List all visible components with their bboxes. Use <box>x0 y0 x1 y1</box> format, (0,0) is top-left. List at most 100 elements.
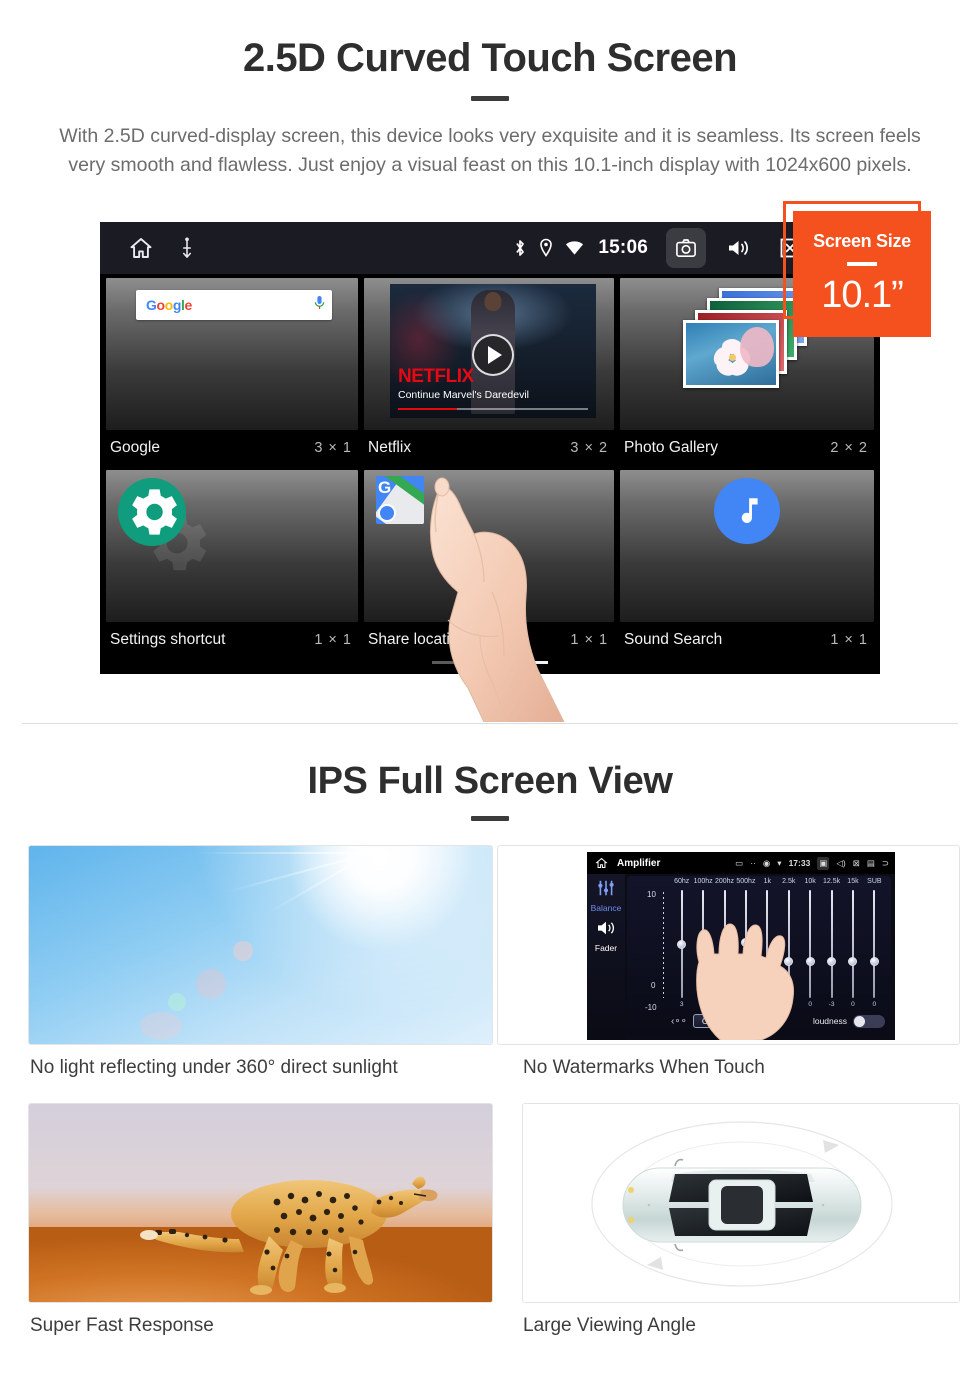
prev-preset-icon[interactable]: ‹∘∘ <box>671 1016 687 1027</box>
eq-slider[interactable] <box>757 890 778 998</box>
widget-settings-shortcut[interactable]: Settings shortcut 1 × 1 <box>106 470 358 658</box>
eq-value: 0 <box>744 1001 748 1008</box>
wifi-icon <box>565 240 584 256</box>
dots-icon: ·· <box>750 858 756 868</box>
widget-google[interactable]: Google Google 3 × 1 <box>106 278 358 466</box>
eq-slider[interactable] <box>778 890 799 998</box>
band-label: 15k <box>847 878 859 885</box>
eq-band-labels: 60hz 100hz 200hz 500hz 1k 2.5k 10k 12.5k… <box>671 878 885 885</box>
widget-label: Google <box>110 439 160 456</box>
eq-slider[interactable] <box>799 890 820 998</box>
loudness-label: loudness <box>812 1016 847 1026</box>
eq-slider[interactable] <box>692 890 713 998</box>
google-search-bar[interactable]: Google <box>136 290 332 320</box>
google-maps-icon[interactable]: G <box>376 476 424 524</box>
back-icon[interactable]: ⊃ <box>882 858 889 869</box>
page-dot[interactable] <box>432 661 462 664</box>
eq-slider[interactable] <box>714 890 735 998</box>
widget-grid: Google Google 3 × 1 NETFLIX Continue Mar… <box>100 274 880 674</box>
status-clock: 15:06 <box>598 237 648 258</box>
camera-icon[interactable] <box>666 228 706 268</box>
close-box-icon[interactable]: ⊠ <box>853 858 860 869</box>
band-label: 60hz <box>674 878 690 885</box>
eq-value: 0 <box>851 1001 855 1008</box>
widget-netflix[interactable]: NETFLIX Continue Marvel's Daredevil Netf… <box>364 278 615 466</box>
widget-sound-search[interactable]: Sound Search 1 × 1 <box>620 470 874 658</box>
tile-viewing-angle: Large Viewing Angle <box>522 1103 960 1358</box>
settings-gear-icon[interactable] <box>118 478 186 546</box>
android-status-bar: 15:06 <box>100 222 880 274</box>
section1-title: 2.5D Curved Touch Screen <box>242 36 738 80</box>
volume-icon[interactable] <box>718 228 758 268</box>
widget-size: 1 × 1 <box>830 632 868 648</box>
page-dot-active[interactable] <box>518 661 548 664</box>
widget-row-2: Settings shortcut 1 × 1 G Share location… <box>106 470 874 658</box>
badge-value: 10.1” <box>821 274 904 316</box>
band-label: 100hz <box>693 878 713 885</box>
product-feature-page: 2.5D Curved Touch Screen With 2.5D curve… <box>0 0 980 1394</box>
tile-caption: Super Fast Response <box>30 1315 214 1336</box>
eq-slider[interactable] <box>842 890 863 998</box>
location-icon <box>539 238 553 258</box>
badge-rule <box>847 262 877 266</box>
widget-label: Sound Search <box>624 631 723 648</box>
fader-speaker-icon[interactable] <box>587 920 625 941</box>
car-top-view-image <box>523 1104 959 1302</box>
netflix-progress-bar <box>398 407 588 410</box>
tile-caption: No light reflecting under 360° direct su… <box>30 1057 398 1078</box>
amplifier-screenshot: Amplifier ▭ ·· ◉ ▾ 17:33 ▣ ◁) ⊠ ▤ ⊃ Bala… <box>587 852 895 1040</box>
google-logo: Google <box>146 297 192 313</box>
screen-size-badge: Screen Size 10.1” <box>793 211 931 337</box>
badge-label: Screen Size <box>813 231 911 251</box>
home-icon[interactable] <box>595 856 608 874</box>
mic-icon[interactable] <box>314 295 325 316</box>
widget-share-location[interactable]: G Share location 1 × 1 <box>364 470 615 658</box>
eq-slider[interactable] <box>735 890 756 998</box>
widget-label: Photo Gallery <box>624 439 718 456</box>
section2-title: IPS Full Screen View <box>307 760 673 802</box>
amplifier-eq-panel: 10 0 -10 60hz 100hz 200hz 500hz 1k 2.5k <box>627 876 891 1036</box>
eq-slider[interactable] <box>671 890 692 998</box>
loudness-toggle[interactable] <box>853 1014 885 1028</box>
cheetah-image <box>29 1104 492 1302</box>
page-dot[interactable] <box>475 661 505 664</box>
amplifier-clock: 17:33 <box>788 858 811 868</box>
netflix-logo: NETFLIX <box>398 366 474 387</box>
section-divider <box>22 723 958 724</box>
eq-value-labels: 3 -4 0 0 0 -3 0 -3 0 0 <box>671 1001 885 1008</box>
section1-subtitle: With 2.5D curved-display screen, this de… <box>59 125 921 176</box>
music-note-icon[interactable] <box>714 478 781 544</box>
band-label: SUB <box>867 878 882 885</box>
widget-label: Settings shortcut <box>110 631 226 648</box>
band-label: 10k <box>804 878 816 885</box>
eq-scale: 10 0 -10 <box>645 890 669 1012</box>
play-icon[interactable] <box>472 334 514 376</box>
eq-value: -3 <box>828 1001 835 1008</box>
recent-apps-icon[interactable]: ▤ <box>867 858 875 869</box>
sidebar-item-balance[interactable]: Balance <box>587 903 625 913</box>
band-label: 1k <box>763 878 772 885</box>
wifi-icon: ▾ <box>777 857 782 868</box>
eq-slider[interactable] <box>821 890 842 998</box>
eq-sliders[interactable] <box>671 890 885 998</box>
camera-icon[interactable]: ▣ <box>817 856 830 870</box>
page-indicator[interactable] <box>100 661 880 664</box>
eq-slider[interactable] <box>864 890 885 998</box>
widget-label: Share location <box>368 631 468 648</box>
widget-size: 2 × 2 <box>830 440 868 456</box>
widget-size: 3 × 1 <box>314 440 352 456</box>
location-icon: ◉ <box>762 857 771 868</box>
tile-sunlight: No light reflecting under 360° direct su… <box>28 845 493 1100</box>
device-screenshot: 15:06 Google Google 3 × 1 NETFLIX Contin… <box>100 222 880 674</box>
preset-button[interactable]: Custom <box>692 1014 741 1028</box>
tile-no-watermarks: Amplifier ▭ ·· ◉ ▾ 17:33 ▣ ◁) ⊠ ▤ ⊃ Bala… <box>497 845 960 1100</box>
widget-size: 1 × 1 <box>314 632 352 648</box>
sunlight-sky-image <box>29 846 492 1044</box>
usb-icon[interactable] <box>180 237 194 259</box>
volume-icon[interactable]: ◁) <box>836 858 845 869</box>
home-icon[interactable] <box>128 236 154 260</box>
eq-value: 0 <box>872 1001 877 1008</box>
sidebar-item-fader[interactable]: Fader <box>587 943 625 953</box>
balance-sliders-icon[interactable] <box>587 880 625 901</box>
scale-mid: 0 <box>651 981 656 990</box>
